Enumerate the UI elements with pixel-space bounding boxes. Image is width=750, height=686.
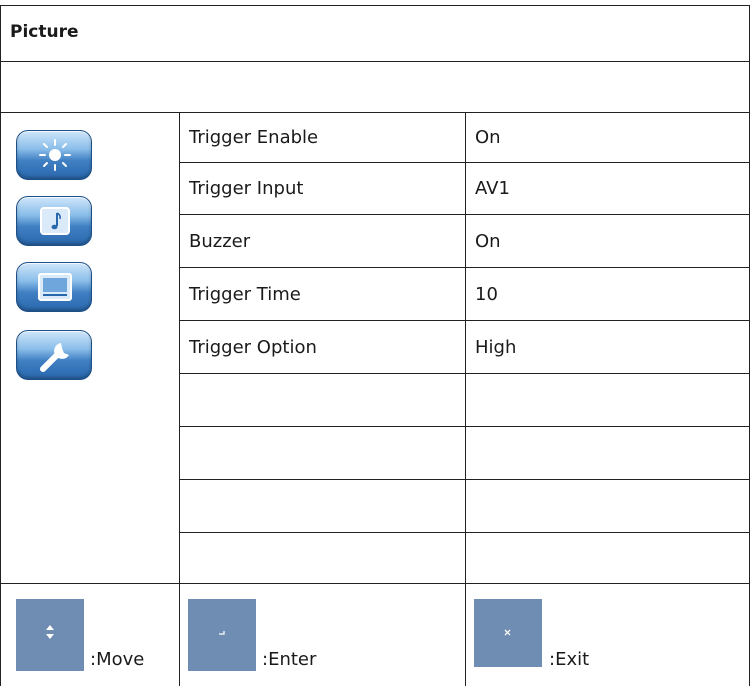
enter-key-icon [188, 599, 256, 671]
menu-item-label[interactable]: Trigger Option [189, 339, 317, 357]
music-note-icon [40, 207, 70, 235]
row-divider [179, 214, 750, 215]
row-divider [179, 373, 750, 374]
wrench-icon [40, 343, 69, 372]
row-divider [179, 162, 750, 163]
column-divider-2 [465, 112, 466, 686]
osd-menu-table: Picture Trigger Enable On Trigger Input … [0, 0, 750, 686]
menu-item-label[interactable]: Buzzer [189, 233, 250, 251]
menu-item-label[interactable]: Trigger Time [189, 286, 301, 304]
row-divider [179, 267, 750, 268]
menu-item-value[interactable]: High [475, 339, 516, 357]
move-key-label: :Move [90, 649, 145, 670]
exit-key-icon [474, 599, 542, 667]
screen-icon [38, 273, 72, 301]
header-divider [0, 61, 750, 62]
row-divider [179, 532, 750, 533]
menu-item-value[interactable]: On [475, 129, 501, 147]
menu-title: Picture [10, 22, 79, 42]
row-divider [179, 320, 750, 321]
menu-item-value[interactable]: On [475, 233, 501, 251]
column-divider-1 [179, 112, 180, 686]
footer-divider [0, 583, 750, 584]
audio-menu-button[interactable] [16, 196, 92, 246]
exit-key-label: :Exit [549, 649, 590, 670]
setup-menu-button[interactable] [16, 330, 92, 380]
menu-item-label[interactable]: Trigger Enable [189, 129, 318, 147]
row-divider [179, 426, 750, 427]
subheader-divider [0, 112, 750, 113]
enter-key-label: :Enter [262, 649, 317, 670]
picture-menu-button[interactable] [16, 130, 92, 180]
row-divider [179, 479, 750, 480]
move-key-icon [16, 599, 84, 671]
menu-item-value[interactable]: 10 [475, 286, 498, 304]
menu-item-label[interactable]: Trigger Input [189, 180, 303, 198]
menu-item-value[interactable]: AV1 [475, 180, 510, 198]
table-border-left [0, 5, 1, 686]
table-border-top [0, 5, 750, 6]
screen-menu-button[interactable] [16, 262, 92, 312]
sun-icon [39, 139, 71, 171]
